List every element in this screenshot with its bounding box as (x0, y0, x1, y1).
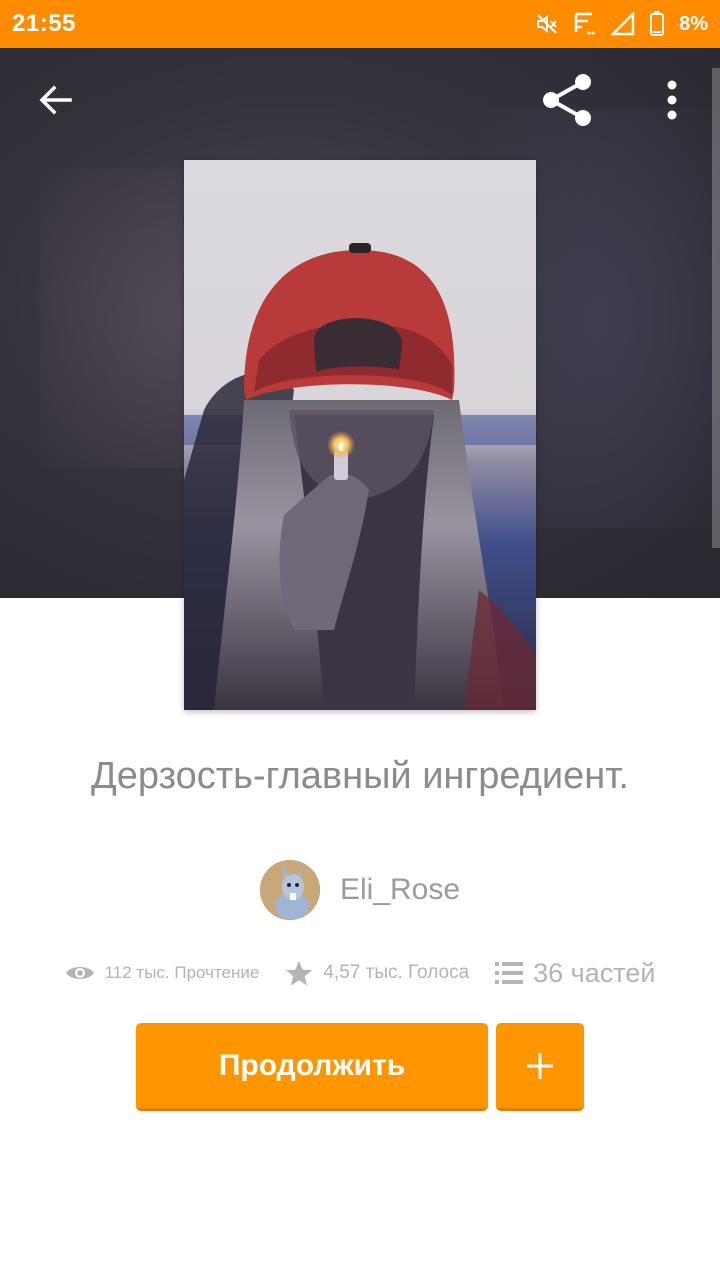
arrow-back-icon (39, 85, 72, 115)
plus-icon (527, 1052, 553, 1079)
author-name[interactable]: Eli_Rose (340, 873, 460, 907)
signal-indicator-icon (573, 11, 597, 37)
story-title: Дерзость-главный ингредиент. (91, 755, 629, 797)
story-stats: 112 тыс. Прочтение 4,57 тыс. Голоса 36 ч… (0, 950, 720, 996)
share-icon (543, 74, 591, 126)
author-row[interactable]: Eli_Rose (0, 858, 720, 922)
back-button[interactable] (16, 60, 96, 140)
author-avatar[interactable] (259, 860, 320, 920)
more-options-button[interactable] (632, 60, 712, 140)
list-icon (495, 962, 524, 984)
story-cover-image[interactable] (184, 160, 536, 710)
cell-signal-icon (611, 12, 635, 36)
star-icon (286, 960, 313, 985)
parts-stat[interactable]: 36 частей (495, 958, 655, 989)
votes-stat: 4,57 тыс. Голоса (285, 960, 469, 987)
more-vert-icon (667, 80, 677, 120)
share-button[interactable] (527, 60, 607, 140)
reads-count: 112 тыс. Прочтение (104, 963, 260, 982)
votes-count: 4,57 тыс. Голоса (323, 962, 470, 983)
reads-stat: 112 тыс. Прочтение (65, 963, 260, 983)
status-icons: 8% (535, 11, 708, 37)
parts-count[interactable]: 36 частей (533, 958, 655, 989)
add-to-library-button[interactable] (496, 1023, 584, 1111)
battery-icon (649, 11, 665, 37)
scrollbar (712, 68, 720, 548)
status-bar: 21:55 8% (0, 0, 720, 48)
mute-icon (535, 12, 559, 36)
battery-level: 8% (679, 12, 708, 35)
continue-reading-button[interactable]: Продолжить (136, 1023, 488, 1111)
eye-icon (65, 967, 94, 979)
status-time: 21:55 (12, 10, 76, 37)
